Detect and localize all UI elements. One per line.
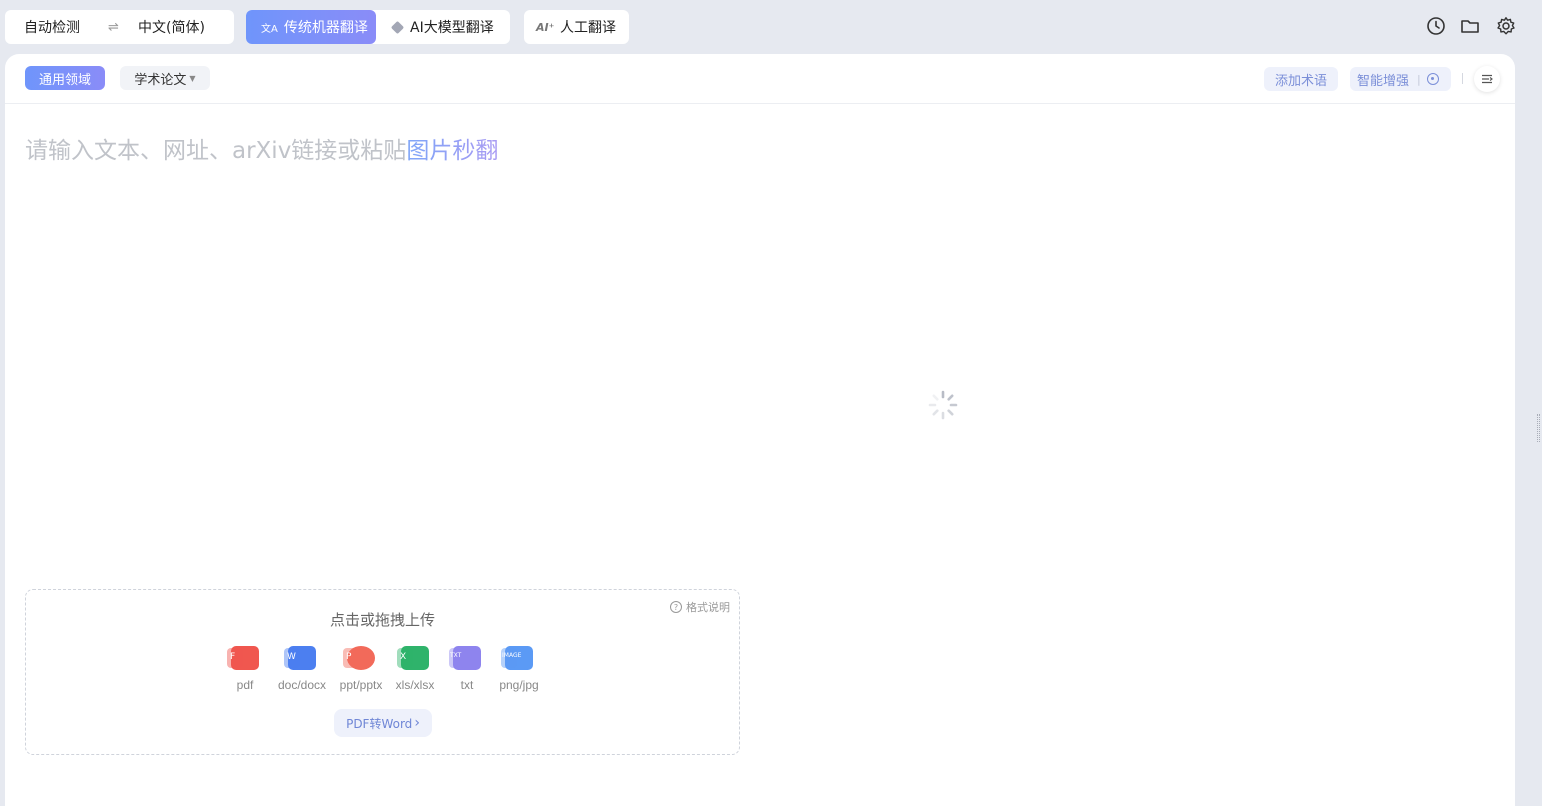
filetype-doc: W doc/docx	[272, 646, 332, 692]
filetype-label: xls/xlsx	[395, 678, 435, 692]
settings-gear-icon[interactable]	[1496, 16, 1516, 36]
file-upload-dropzone[interactable]: 点击或拖拽上传 ? 格式说明 F pdf W doc/docx P ppt/pp…	[25, 589, 740, 755]
powerpoint-icon: P	[343, 646, 375, 670]
pdf-to-word-label: PDF转Word	[346, 716, 413, 731]
target-language-select[interactable]: 中文(简体)	[138, 17, 205, 37]
collapse-panel-button[interactable]	[1474, 66, 1500, 92]
image-file-icon: IMAGE	[501, 646, 533, 670]
translation-input-panel: 通用领域 学术论文 ▼ 添加术语 智能增强 | 请输入文本、网址、arXiv链接…	[5, 54, 1515, 806]
translation-mode-switch: 文A 传统机器翻译 AI大模型翻译	[246, 10, 510, 44]
smart-enhance-label: 智能增强	[1357, 73, 1410, 89]
upload-title: 点击或拖拽上传	[329, 611, 435, 629]
word-icon: W	[284, 646, 316, 670]
filetype-label: png/jpg	[499, 678, 539, 692]
filetype-label: doc/docx	[277, 678, 327, 692]
pdf-icon: F	[227, 646, 259, 670]
top-bar: 自动检测 ⇌ 中文(简体) 文A 传统机器翻译 AI大模型翻译 AI⁺ 人工翻译	[0, 0, 1542, 54]
text-input-placeholder[interactable]: 请输入文本、网址、arXiv链接或粘贴图片秒翻	[25, 131, 498, 165]
chevron-right-icon: ›	[414, 715, 420, 731]
filetype-label: pdf	[236, 678, 254, 692]
format-help-label: 格式说明	[686, 601, 730, 614]
pdf-to-word-button[interactable]: PDF转Word ›	[334, 709, 432, 737]
filetype-label: ppt/pptx	[339, 678, 383, 692]
ai-model-translation-tab[interactable]: AI大模型翻译	[390, 10, 494, 44]
domain-academic-dropdown[interactable]: 学术论文 ▼	[120, 66, 210, 90]
human-translation-label: 人工翻译	[560, 20, 616, 36]
filetype-ppt: P ppt/pptx	[331, 646, 391, 692]
add-terms-button[interactable]: 添加术语	[1264, 67, 1338, 91]
collapse-icon	[1482, 74, 1493, 84]
filetype-pdf: F pdf	[215, 646, 275, 692]
ai-model-translation-label: AI大模型翻译	[410, 20, 494, 36]
caret-down-icon: ▼	[189, 73, 196, 83]
domain-general-button[interactable]: 通用领域	[25, 66, 105, 90]
translate-icon: 文A	[261, 23, 278, 35]
machine-translation-tab[interactable]: 文A 传统机器翻译	[246, 10, 376, 44]
ai-sparkle-icon: AI⁺	[536, 20, 555, 34]
filetype-xls: X xls/xlsx	[385, 646, 445, 692]
format-help-link[interactable]: ? 格式说明	[670, 599, 730, 615]
cube-icon	[390, 20, 405, 34]
excel-icon: X	[397, 646, 429, 670]
placeholder-text: 请输入文本、网址、arXiv链接或粘贴	[25, 138, 407, 164]
text-file-icon: TXT	[449, 646, 481, 670]
image-translate-link[interactable]: 图片秒翻	[406, 138, 498, 164]
resize-handle[interactable]	[1537, 414, 1540, 442]
swap-languages-icon[interactable]: ⇌	[108, 20, 119, 35]
smart-enhance-toggle[interactable]: 智能增强 |	[1350, 67, 1451, 91]
filetype-image: IMAGE png/jpg	[489, 646, 549, 692]
filetype-label: txt	[460, 678, 474, 692]
question-icon: ?	[670, 601, 682, 613]
panel-toolbar: 通用领域 学术论文 ▼ 添加术语 智能增强 |	[5, 54, 1515, 104]
filetype-txt: TXT txt	[437, 646, 497, 692]
language-selector: 自动检测 ⇌ 中文(简体)	[5, 10, 234, 44]
history-clock-icon[interactable]	[1426, 16, 1446, 36]
folder-icon[interactable]	[1460, 16, 1480, 36]
domain-academic-label: 学术论文	[134, 72, 187, 88]
machine-translation-label: 传统机器翻译	[283, 20, 368, 36]
human-translation-button[interactable]: AI⁺ 人工翻译	[524, 10, 629, 44]
target-icon	[1426, 73, 1439, 85]
source-language-select[interactable]: 自动检测	[24, 17, 80, 37]
divider	[1462, 73, 1463, 84]
loading-spinner-icon	[928, 390, 958, 420]
divider: |	[1417, 72, 1421, 86]
